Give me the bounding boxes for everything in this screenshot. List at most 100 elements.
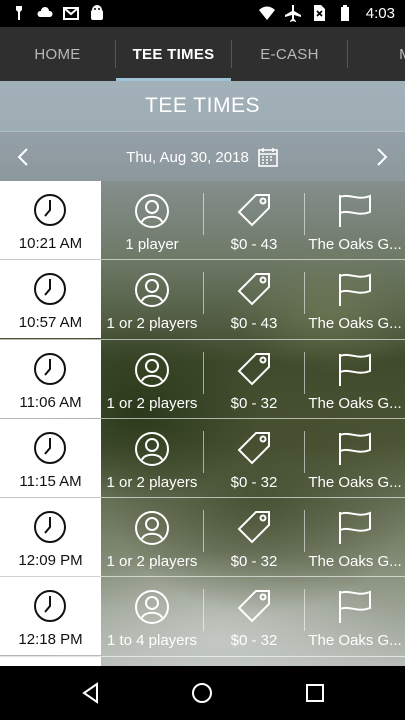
tee-time-row[interactable]: 12:18 PM 1 to 4 players $0 - 32 The Oaks G.… <box>0 577 405 657</box>
airplane-mode-icon <box>284 5 301 22</box>
status-bar: 4:03 <box>0 0 405 27</box>
price-text: $0 - 43 <box>230 236 278 253</box>
date-display[interactable]: Thu, Aug 30, 2018 <box>0 146 405 168</box>
chevron-right-icon[interactable] <box>369 145 393 169</box>
time-cell: 10:21 AM <box>0 181 101 259</box>
date-selector: Thu, Aug 30, 2018 <box>0 131 405 181</box>
price-tag-icon <box>237 273 270 306</box>
players-cell: 1 or 2 players <box>101 340 203 418</box>
clock-icon <box>34 352 66 385</box>
players-text: 1 player <box>125 236 179 253</box>
list-item-partial <box>0 657 101 666</box>
status-right-icons: 4:03 <box>258 4 395 22</box>
status-left-icons <box>10 4 106 22</box>
tee-time-row[interactable]: 10:21 AM 1 player $0 - 43 The Oaks G... <box>0 181 405 261</box>
android-icon <box>91 5 103 20</box>
players-text: 1 or 2 players <box>106 394 198 412</box>
course-flag-icon <box>339 591 371 624</box>
price-tag-icon <box>237 511 270 544</box>
players-cell: 1 or 2 players <box>101 260 203 338</box>
wifi-icon <box>258 6 275 20</box>
price-tag-icon <box>237 590 270 623</box>
players-cell: 1 to 4 players <box>101 577 203 655</box>
price-tag-icon <box>237 431 270 465</box>
price-cell: $0 - 32 <box>204 340 304 418</box>
system-nav-bar <box>0 666 405 720</box>
tab-bar: HOME TEE TIMES E-CASH M <box>0 27 405 81</box>
players-cell: 1 player <box>101 181 203 259</box>
back-icon[interactable] <box>79 681 103 705</box>
course-cell: The Oaks G... <box>305 577 405 655</box>
players-text: 1 or 2 players <box>106 553 198 571</box>
tee-time: 12:09 PM <box>18 552 83 570</box>
clock-icon <box>34 431 66 464</box>
course-flag-icon <box>339 273 371 307</box>
clock-icon <box>34 590 66 623</box>
course-flag-icon <box>339 194 371 227</box>
players-text: 1 or 2 players <box>106 473 198 491</box>
course-text: The Oaks G... <box>308 632 402 650</box>
time-cell: 12:09 PM <box>0 498 101 577</box>
course-text: The Oaks G... <box>308 473 402 491</box>
tee-time: 11:15 AM <box>19 472 82 490</box>
cloud-icon <box>37 7 53 17</box>
tee-time: 10:21 AM <box>18 235 83 252</box>
time-cell: 11:15 AM <box>0 418 101 497</box>
price-text: $0 - 32 <box>230 553 278 571</box>
battery-icon <box>340 5 349 21</box>
players-cell: 1 or 2 players <box>101 419 203 497</box>
price-cell: $0 - 43 <box>204 260 304 338</box>
price-cell: $0 - 32 <box>204 419 304 497</box>
course-cell: The Oaks G... <box>305 181 405 259</box>
status-time: 4:03 <box>365 4 395 22</box>
tee-time-row[interactable]: 11:15 AM 1 or 2 players $0 - 32 The Oaks G.… <box>0 418 405 499</box>
course-text: The Oaks G... <box>308 315 402 333</box>
course-cell: The Oaks G... <box>305 419 405 497</box>
clock-icon <box>34 511 66 544</box>
course-cell: The Oaks G... <box>305 260 405 338</box>
player-icon <box>135 273 169 308</box>
notification-icon <box>16 6 22 20</box>
player-icon <box>135 590 169 625</box>
players-text: 1 or 2 players <box>106 315 198 333</box>
price-cell: $0 - 32 <box>204 498 304 576</box>
tab-e-cash[interactable]: E-CASH <box>232 27 347 81</box>
tee-time-row[interactable]: 12:09 PM 1 or 2 players $0 - 32 The Oaks G.… <box>0 498 405 578</box>
price-text: $0 - 32 <box>230 394 278 412</box>
price-cell: $0 - 43 <box>204 181 304 259</box>
players-text: 1 to 4 players <box>106 632 198 650</box>
tee-time-list: 10:21 AM 1 player $0 - 43 The Oaks G... 10:5… <box>0 181 405 657</box>
time-cell: 10:57 AM <box>0 260 101 339</box>
price-text: $0 - 43 <box>230 315 278 333</box>
calendar-icon[interactable] <box>257 146 279 168</box>
time-cell: 11:06 AM <box>0 339 101 418</box>
gmail-icon <box>63 7 79 20</box>
tee-time-row[interactable]: 11:06 AM 1 or 2 players $0 - 32 The Oaks G.… <box>0 339 405 419</box>
tee-time-row[interactable]: 10:57 AM 1 or 2 players $0 - 43 The Oaks G.… <box>0 260 405 340</box>
tab-more[interactable]: M <box>348 27 405 81</box>
price-text: $0 - 32 <box>230 632 278 650</box>
no-sim-icon <box>313 5 325 21</box>
tab-home[interactable]: HOME <box>0 27 115 81</box>
time-cell: 12:18 PM <box>0 577 101 656</box>
player-icon <box>135 511 169 546</box>
price-tag-icon <box>237 194 270 227</box>
course-cell: The Oaks G... <box>305 340 405 418</box>
tab-tee-times[interactable]: TEE TIMES <box>116 27 231 81</box>
tee-time: 10:57 AM <box>18 314 83 332</box>
page-title: TEE TIMES <box>0 81 405 131</box>
price-text: $0 - 32 <box>230 473 278 491</box>
recents-icon[interactable] <box>303 681 327 705</box>
player-icon <box>135 431 169 466</box>
price-tag-icon <box>237 352 270 386</box>
tee-time: 11:06 AM <box>19 393 82 411</box>
clock-icon <box>34 273 66 306</box>
course-flag-icon <box>339 353 371 386</box>
home-icon[interactable] <box>190 681 214 705</box>
tee-time: 12:18 PM <box>18 631 83 649</box>
players-cell: 1 or 2 players <box>101 498 203 576</box>
tee-times-content: TEE TIMES Thu, Aug 30, 2018 10:21 AM 1 pl… <box>0 81 405 666</box>
course-text: The Oaks G... <box>308 236 402 253</box>
course-flag-icon <box>339 432 371 465</box>
course-text: The Oaks G... <box>308 394 402 412</box>
